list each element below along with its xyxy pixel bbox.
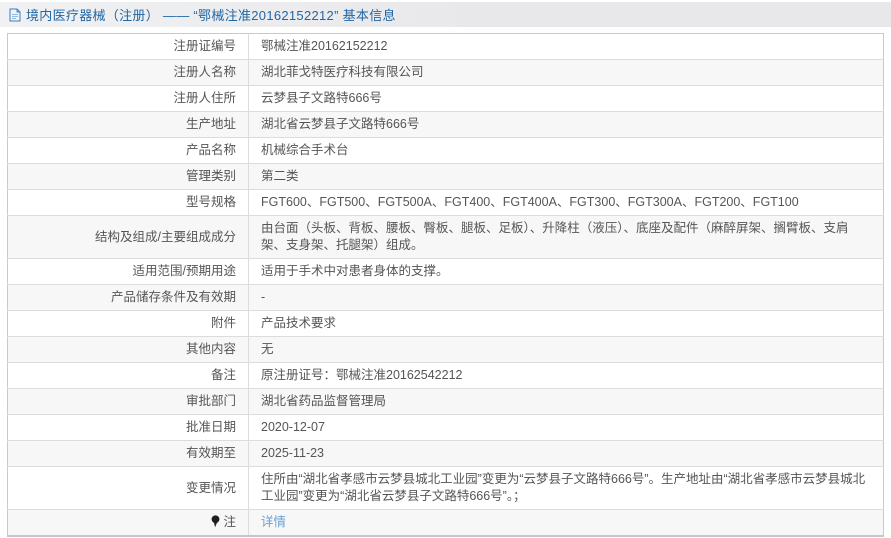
row-value: 机械综合手术台 — [261, 143, 349, 157]
row-value: 湖北菲戈特医疗科技有限公司 — [261, 65, 424, 79]
row-value: 住所由“湖北省孝感市云梦县城北工业园”变更为“云梦县子文路特666号”。生产地址… — [261, 472, 866, 503]
table-row: 适用范围/预期用途 适用于手术中对患者身体的支撑。 — [7, 258, 884, 285]
row-label: 生产地址 — [7, 111, 249, 138]
row-value: 2020-12-07 — [261, 420, 325, 434]
table-row: 结构及组成/主要组成成分 由台面（头板、背板、腰板、臀板、腿板、足板）、升降柱（液… — [7, 215, 884, 259]
table-row: 注册人名称 湖北菲戈特医疗科技有限公司 — [7, 59, 884, 86]
table-row: 变更情况 住所由“湖北省孝感市云梦县城北工业园”变更为“云梦县子文路特666号”。… — [7, 466, 884, 510]
row-label: 有效期至 — [7, 440, 249, 467]
row-value: 湖北省云梦县子文路特666号 — [261, 117, 420, 131]
row-label: 管理类别 — [7, 163, 249, 190]
table-row: 注册证编号 鄂械注准20162152212 — [7, 33, 884, 60]
row-value: 无 — [261, 342, 274, 356]
table-row: 注册人住所 云梦县子文路特666号 — [7, 85, 884, 112]
table-row: 产品名称 机械综合手术台 — [7, 137, 884, 164]
row-value: 由台面（头板、背板、腰板、臀板、腿板、足板）、升降柱（液压）、底座及配件（麻醉屏… — [261, 221, 849, 252]
table-row: 附件 产品技术要求 — [7, 310, 884, 337]
row-value: 2025-11-23 — [261, 446, 325, 460]
row-label: 适用范围/预期用途 — [7, 258, 249, 285]
row-label-text: 注 — [223, 515, 236, 529]
registration-info-table: 注册证编号 鄂械注准20162152212 注册人名称 湖北菲戈特医疗科技有限公司 注册… — [7, 33, 884, 537]
row-label: 结构及组成/主要组成成分 — [7, 215, 249, 259]
pin-icon — [210, 515, 221, 528]
row-label: 注册证编号 — [7, 33, 249, 60]
row-value: 云梦县子文路特666号 — [261, 91, 382, 105]
table-row: 注 详情 — [7, 509, 884, 537]
row-label: 备注 — [7, 362, 249, 389]
row-label: 注册人住所 — [7, 85, 249, 112]
row-value: 鄂械注准20162152212 — [261, 39, 388, 53]
row-value: 原注册证号：鄂械注准20162542212 — [261, 368, 463, 382]
table-row: 有效期至 2025-11-23 — [7, 440, 884, 467]
table-row: 产品储存条件及有效期 - — [7, 284, 884, 311]
table-row: 批准日期 2020-12-07 — [7, 414, 884, 441]
table-row: 型号规格 FGT600、FGT500、FGT500A、FGT400、FGT400A… — [7, 189, 884, 216]
page-header: 境内医疗器械（注册） —— “鄂械注准20162152212” 基本信息 — [0, 2, 891, 27]
row-label: 注 — [7, 509, 249, 536]
row-label: 产品储存条件及有效期 — [7, 284, 249, 311]
table-row: 管理类别 第二类 — [7, 163, 884, 190]
table-row: 其他内容无 — [7, 336, 884, 363]
table-row: 生产地址 湖北省云梦县子文路特666号 — [7, 111, 884, 138]
row-value: FGT600、FGT500、FGT500A、FGT400、FGT400A、FGT… — [261, 195, 799, 209]
row-label: 产品名称 — [7, 137, 249, 164]
row-value: 详情 — [249, 510, 884, 537]
row-label: 注册人名称 — [7, 59, 249, 86]
row-label: 批准日期 — [7, 414, 249, 441]
row-label: 附件 — [7, 310, 249, 337]
table-row: 备注 原注册证号：鄂械注准20162542212 — [7, 362, 884, 389]
page-title: 境内医疗器械（注册） —— “鄂械注准20162152212” 基本信息 — [26, 8, 396, 23]
row-label: 变更情况 — [7, 466, 249, 510]
table-row: 审批部门 湖北省药品监督管理局 — [7, 388, 884, 415]
row-value: 第二类 — [261, 169, 299, 183]
row-label: 其他内容 — [7, 336, 249, 363]
row-value: 产品技术要求 — [261, 316, 337, 330]
row-label: 审批部门 — [7, 388, 249, 415]
row-value: 湖北省药品监督管理局 — [261, 394, 387, 408]
registration-table-body: 注册证编号 鄂械注准20162152212 注册人名称 湖北菲戈特医疗科技有限公司 注册… — [7, 33, 884, 537]
details-link[interactable]: 详情 — [261, 515, 286, 529]
row-value: - — [261, 290, 266, 304]
row-value: 适用于手术中对患者身体的支撑。 — [261, 264, 449, 278]
row-label: 型号规格 — [7, 189, 249, 216]
document-icon — [9, 8, 21, 22]
